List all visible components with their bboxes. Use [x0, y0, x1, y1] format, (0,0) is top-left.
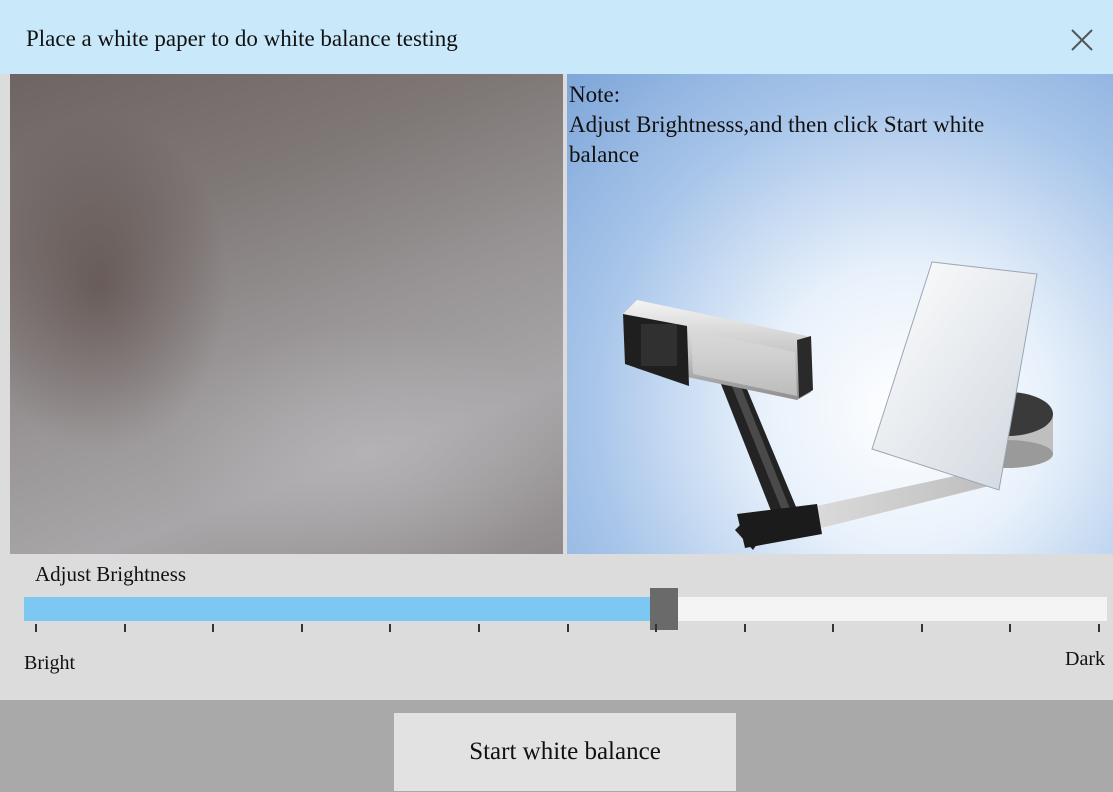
slider-tick — [35, 624, 37, 632]
slider-tick — [212, 624, 214, 632]
slider-tick — [655, 624, 657, 632]
instruction-note: Note: Adjust Brightnesss,and then click … — [569, 80, 1109, 170]
brightness-slider-track[interactable] — [24, 597, 1107, 621]
slider-tick — [124, 624, 126, 632]
slider-tick — [301, 624, 303, 632]
start-white-balance-button[interactable]: Start white balance — [394, 713, 736, 791]
brightness-section: Adjust Brightness Bright Dark — [0, 554, 1113, 700]
note-title: Note: — [569, 82, 621, 107]
brightness-slider-fill — [24, 597, 658, 621]
close-icon — [1071, 29, 1093, 51]
slider-tick — [832, 624, 834, 632]
dark-label: Dark — [1065, 648, 1105, 670]
note-line-1: Adjust Brightnesss,and then click Start … — [569, 112, 985, 137]
slider-tick — [389, 624, 391, 632]
brightness-ticks — [0, 624, 1113, 634]
slider-tick — [921, 624, 923, 632]
close-button[interactable] — [1066, 24, 1098, 56]
title-bar: Place a white paper to do white balance … — [0, 0, 1113, 74]
dialog-title: Place a white paper to do white balance … — [26, 26, 458, 51]
note-line-2: balance — [569, 142, 640, 167]
white-balance-dialog: Place a white paper to do white balance … — [0, 0, 1113, 792]
slider-tick — [567, 624, 569, 632]
slider-tick — [1009, 624, 1011, 632]
camera-preview — [10, 74, 563, 554]
slider-tick — [744, 624, 746, 632]
footer-bar: Start white balance — [0, 700, 1113, 792]
slider-tick — [1098, 624, 1100, 632]
slider-tick — [478, 624, 480, 632]
instruction-panel: Note: Adjust Brightnesss,and then click … — [567, 74, 1113, 554]
brightness-label: Adjust Brightness — [35, 562, 187, 586]
bright-label: Bright — [24, 652, 76, 674]
